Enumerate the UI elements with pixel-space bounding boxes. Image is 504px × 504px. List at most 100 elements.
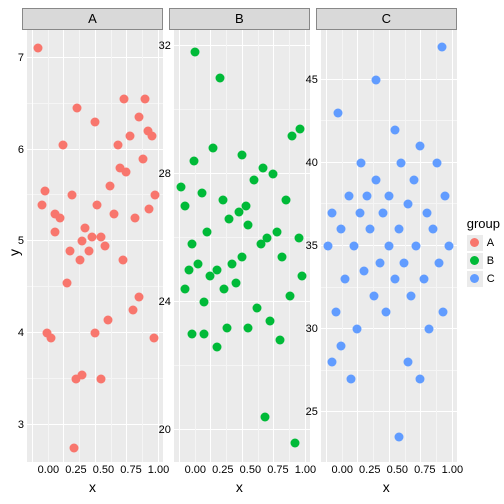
x-tick-label: 0.25 xyxy=(212,464,233,476)
faceted-scatter-chart: y A345670.000.250.500.751.00xB202428320.… xyxy=(0,0,504,504)
data-point xyxy=(403,358,412,367)
data-point xyxy=(200,330,209,339)
circle-icon xyxy=(470,274,479,283)
data-point xyxy=(68,191,77,200)
data-point xyxy=(265,317,274,326)
data-point xyxy=(403,200,412,209)
data-point xyxy=(425,325,434,334)
data-point xyxy=(441,192,450,201)
x-axis-title: x xyxy=(22,478,163,496)
data-point xyxy=(340,275,349,284)
data-point xyxy=(222,323,231,332)
data-point xyxy=(220,285,229,294)
data-point xyxy=(372,75,381,84)
y-tick-label: 24 xyxy=(159,296,171,308)
data-point xyxy=(290,438,299,447)
data-point xyxy=(97,232,106,241)
data-point xyxy=(422,208,431,217)
data-point xyxy=(181,202,190,211)
data-point xyxy=(384,242,393,251)
plot-area xyxy=(321,30,457,462)
data-point xyxy=(150,333,159,342)
x-tick-label: 1.00 xyxy=(295,464,316,476)
data-point xyxy=(324,242,333,251)
data-point xyxy=(355,208,364,217)
data-point xyxy=(241,202,250,211)
x-tick-label: 0.50 xyxy=(240,464,261,476)
y-tick-label: 6 xyxy=(18,144,24,156)
data-point xyxy=(344,192,353,201)
data-point xyxy=(285,291,294,300)
data-point xyxy=(113,140,122,149)
data-point xyxy=(432,158,441,167)
data-point xyxy=(295,125,304,134)
data-point xyxy=(298,272,307,281)
facet-strip: C xyxy=(316,8,457,30)
data-point xyxy=(75,255,84,264)
data-point xyxy=(278,253,287,262)
data-point xyxy=(412,242,421,251)
y-tick-label: 3 xyxy=(18,419,24,431)
y-tick-label: 30 xyxy=(306,323,318,335)
data-point xyxy=(336,225,345,234)
data-point xyxy=(135,113,144,122)
data-point xyxy=(147,131,156,140)
data-point xyxy=(397,158,406,167)
data-point xyxy=(78,370,87,379)
data-point xyxy=(185,266,194,275)
data-point xyxy=(394,433,403,442)
data-point xyxy=(435,258,444,267)
data-point xyxy=(65,246,74,255)
data-point xyxy=(294,234,303,243)
legend-item-A: A xyxy=(467,235,500,251)
data-point xyxy=(187,330,196,339)
data-point xyxy=(273,227,282,236)
data-point xyxy=(428,225,437,234)
x-tick-label: 0.00 xyxy=(38,464,59,476)
data-point xyxy=(437,42,446,51)
facet-panel-A: A345670.000.250.500.751.00x xyxy=(22,8,163,496)
data-point xyxy=(59,140,68,149)
data-point xyxy=(409,175,418,184)
data-point xyxy=(63,278,72,287)
data-point xyxy=(391,275,400,284)
data-point xyxy=(250,176,259,185)
data-point xyxy=(88,232,97,241)
data-point xyxy=(93,200,102,209)
data-point xyxy=(399,258,408,267)
data-point xyxy=(122,168,131,177)
data-point xyxy=(420,275,429,284)
data-point xyxy=(181,285,190,294)
data-point xyxy=(97,375,106,384)
data-point xyxy=(407,291,416,300)
data-point xyxy=(212,342,221,351)
data-point xyxy=(438,308,447,317)
data-point xyxy=(353,325,362,334)
data-point xyxy=(101,242,110,251)
data-point xyxy=(260,413,269,422)
y-tick-label: 28 xyxy=(159,168,171,180)
data-point xyxy=(237,253,246,262)
panel-container: A345670.000.250.500.751.00xB202428320.00… xyxy=(22,8,457,496)
data-point xyxy=(231,278,240,287)
data-point xyxy=(208,144,217,153)
legend-item-B: B xyxy=(467,253,500,269)
data-point xyxy=(391,125,400,134)
y-tick-label: 7 xyxy=(18,52,24,64)
legend-label: B xyxy=(487,255,494,267)
data-point xyxy=(38,200,47,209)
x-tick-label: 0.50 xyxy=(387,464,408,476)
data-point xyxy=(219,195,228,204)
data-point xyxy=(372,175,381,184)
data-point xyxy=(336,341,345,350)
data-point xyxy=(50,228,59,237)
x-tick-label: 0.00 xyxy=(185,464,206,476)
data-point xyxy=(69,444,78,453)
data-point xyxy=(363,192,372,201)
data-point xyxy=(193,259,202,268)
data-point xyxy=(328,208,337,217)
data-point xyxy=(334,109,343,118)
circle-icon xyxy=(470,238,479,247)
data-point xyxy=(227,259,236,268)
data-point xyxy=(384,192,393,201)
